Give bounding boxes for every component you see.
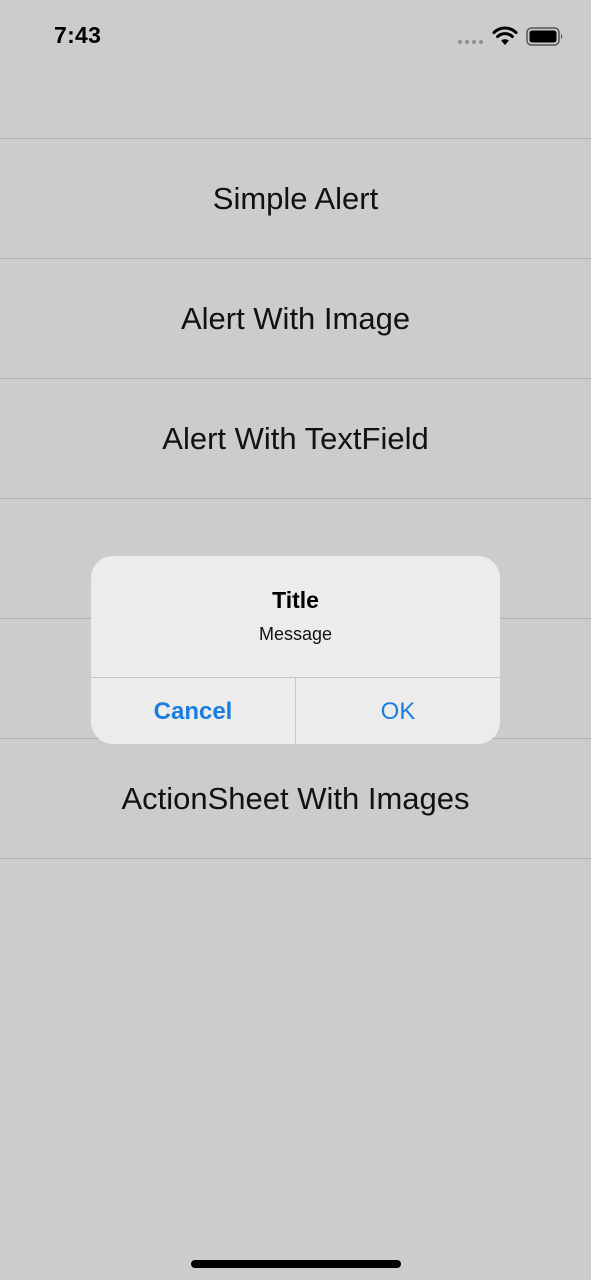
menu-list: Simple Alert Alert With Image Alert With… — [0, 138, 591, 859]
home-indicator[interactable] — [191, 1260, 401, 1268]
alert-dialog: Title Message Cancel OK — [91, 556, 500, 744]
list-item-label: Simple Alert — [212, 180, 379, 216]
status-time: 7:43 — [54, 22, 102, 48]
list-item-alert-with-textfield[interactable]: Alert With TextField — [0, 379, 591, 499]
alert-message: Message — [258, 624, 333, 644]
battery-icon — [526, 27, 563, 46]
status-bar: 7:43 — [0, 0, 591, 76]
ok-button[interactable]: OK — [296, 678, 500, 744]
alert-title: Title — [272, 587, 319, 613]
list-item-simple-alert[interactable]: Simple Alert — [0, 139, 591, 259]
cancel-button[interactable]: Cancel — [91, 678, 296, 744]
list-item-actionsheet-with-images[interactable]: ActionSheet With Images — [0, 739, 591, 859]
list-item-alert-with-image[interactable]: Alert With Image — [0, 259, 591, 379]
signal-dots-icon — [458, 40, 483, 44]
wifi-icon — [492, 26, 518, 45]
list-item-label: Alert With TextField — [162, 420, 429, 456]
alert-actions: Cancel OK — [91, 677, 500, 744]
list-item-label: Alert With Image — [180, 300, 411, 336]
list-item-label: ActionSheet With Images — [121, 780, 470, 816]
